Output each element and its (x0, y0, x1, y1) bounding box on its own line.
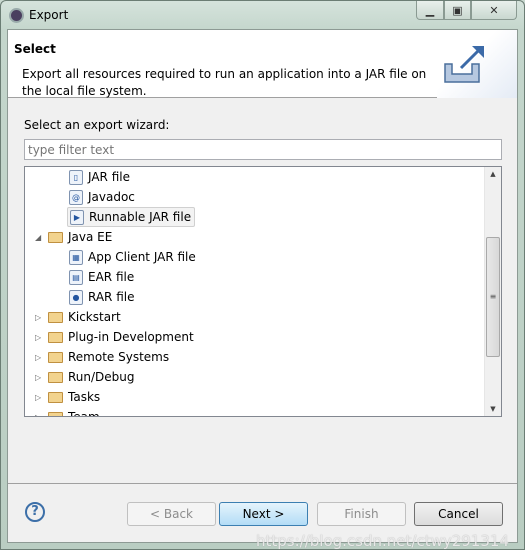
dialog-content: Select Export all resources required to … (7, 29, 518, 550)
tree-item-label: Run/Debug (68, 370, 135, 384)
scroll-down-icon[interactable]: ▼ (485, 405, 501, 413)
close-icon: ✕ (489, 3, 499, 17)
tree-item-label: Javadoc (88, 190, 135, 204)
help-icon[interactable]: ? (25, 502, 45, 522)
tree-item[interactable]: ▯ JAR file (69, 167, 130, 187)
folder-icon (48, 331, 63, 343)
javadoc-icon: @ (69, 189, 83, 205)
tree-item[interactable]: ▷ Team (35, 407, 100, 417)
cancel-button[interactable]: Cancel (414, 502, 503, 526)
tree-item-label: EAR file (88, 270, 135, 284)
maximize-icon: ▣ (452, 3, 463, 17)
folder-icon (48, 391, 63, 403)
back-button[interactable]: < Back (127, 502, 216, 526)
tree-item[interactable]: ● RAR file (69, 287, 135, 307)
folder-icon (48, 371, 63, 383)
tree-item[interactable]: ▦ App Client JAR file (69, 247, 196, 267)
button-bar-separator (8, 483, 517, 484)
expand-icon[interactable]: ▷ (35, 313, 45, 322)
tree-item-label: Java EE (68, 230, 113, 244)
minimize-icon: ▁ (425, 3, 435, 17)
tree-item-label: Tasks (68, 390, 101, 404)
maximize-button[interactable]: ▣ (444, 1, 471, 20)
close-button[interactable]: ✕ (471, 1, 517, 20)
eclipse-app-icon (9, 8, 24, 23)
tree-item-label: Remote Systems (68, 350, 170, 364)
tree-item-label: Kickstart (68, 310, 121, 324)
tree-item[interactable]: ▷ Tasks (35, 387, 100, 407)
tree-item[interactable]: ▤ EAR file (69, 267, 134, 287)
page-description: Export all resources required to run an … (22, 67, 427, 98)
expand-icon[interactable]: ▷ (35, 373, 45, 382)
tree-item[interactable]: ◢ Java EE (35, 227, 112, 247)
tree-item[interactable]: ▶ Runnable JAR file (67, 207, 196, 227)
app-client-icon: ▦ (69, 249, 83, 265)
rar-icon: ● (69, 289, 83, 305)
tree-item-label: JAR file (88, 170, 130, 184)
finish-button[interactable]: Finish (317, 502, 406, 526)
filter-input[interactable] (24, 139, 502, 160)
watermark: https://blog.csdn.net/ctwy291314 (256, 532, 509, 550)
folder-icon (48, 411, 63, 416)
jar-icon: ▯ (69, 169, 83, 185)
next-button[interactable]: Next > (219, 502, 308, 526)
expand-icon[interactable]: ▷ (35, 333, 45, 342)
minimize-button[interactable]: ▁ (416, 1, 444, 20)
folder-icon (48, 231, 63, 243)
scroll-up-icon[interactable]: ▲ (485, 170, 501, 178)
collapse-icon[interactable]: ◢ (35, 233, 45, 242)
tree-item-label: Plug-in Development (68, 330, 194, 344)
tree-item[interactable]: ▷ Remote Systems (35, 347, 169, 367)
window-title: Export (29, 8, 69, 22)
tree-item[interactable]: ▷ Kickstart (35, 307, 121, 327)
tree-item[interactable]: ▷ Plug-in Development (35, 327, 194, 347)
scrollbar-thumb[interactable]: ≡ (486, 237, 500, 357)
wizard-tree[interactable]: ▲ ≡ ▼ ▯ JAR file @ Javadoc ▶ Runnable JAR fil… (24, 166, 502, 417)
tree-item-label: App Client JAR file (88, 250, 196, 264)
export-wizard-icon (437, 30, 517, 98)
expand-icon[interactable]: ▷ (35, 353, 45, 362)
runnable-jar-icon: ▶ (70, 209, 84, 225)
folder-icon (48, 311, 63, 323)
expand-icon[interactable]: ▷ (35, 413, 45, 417)
page-title: Select (14, 42, 56, 56)
tree-item-label: RAR file (88, 290, 135, 304)
expand-icon[interactable]: ▷ (35, 393, 45, 402)
folder-icon (48, 351, 63, 363)
tree-item[interactable]: ▷ Run/Debug (35, 367, 135, 387)
vertical-scrollbar[interactable]: ▲ ≡ ▼ (484, 167, 501, 416)
tree-item-label: Team (68, 410, 100, 417)
tree-item-label: Runnable JAR file (89, 210, 192, 224)
ear-icon: ▤ (69, 269, 83, 285)
wizard-label: Select an export wizard: (24, 118, 170, 132)
tree-item[interactable]: @ Javadoc (69, 187, 135, 207)
wizard-header: Select Export all resources required to … (8, 30, 517, 98)
